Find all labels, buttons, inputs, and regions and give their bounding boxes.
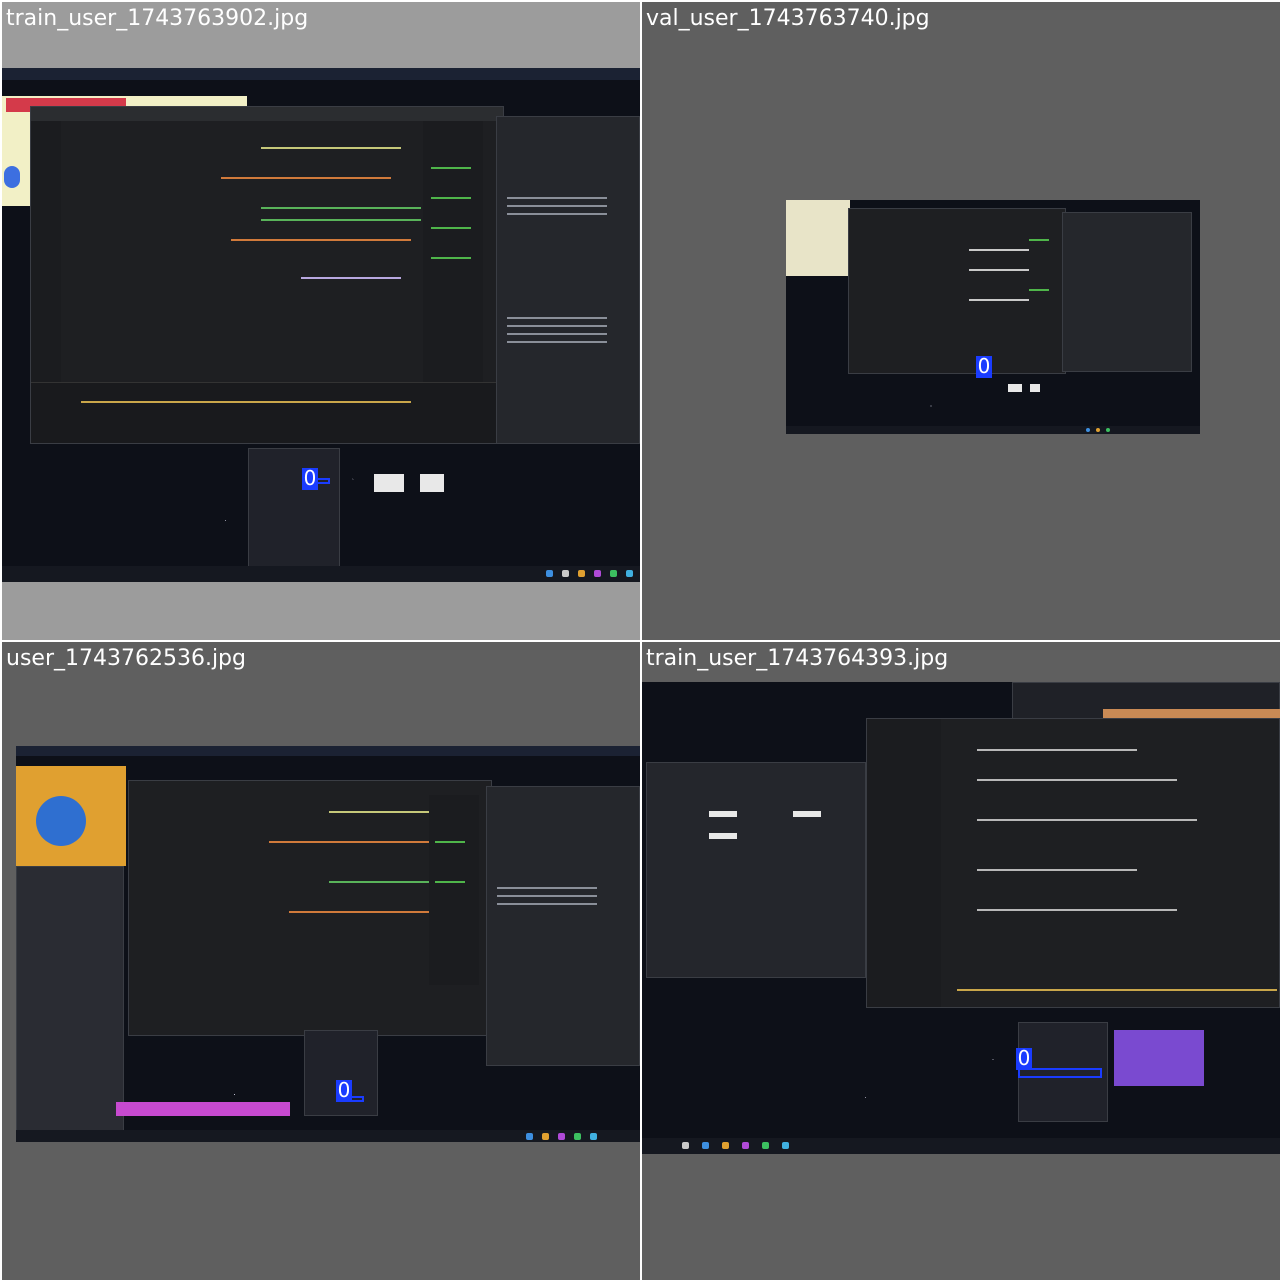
thumbnail — [420, 474, 444, 492]
taskbar — [642, 1138, 1280, 1154]
game-window — [16, 766, 126, 866]
screenshot-image: 0 — [2, 68, 640, 582]
tile-filename: user_1743762536.jpg — [6, 646, 246, 671]
mosaic-tile-4: train_user_1743764393.jpg 0 — [642, 642, 1280, 1280]
sidebar-panel — [16, 866, 124, 1136]
ide-window — [866, 718, 1280, 1008]
class-label: 0 — [336, 1078, 352, 1102]
thumbnail — [374, 474, 404, 492]
screenshot-image: 0 — [16, 746, 640, 1142]
thumbnail — [793, 811, 821, 817]
mosaic-tile-1: train_user_1743763902.jpg 0 — [2, 2, 640, 640]
mosaic-tile-2: val_user_1743763740.jpg 0 — [642, 2, 1280, 640]
ide-window — [30, 106, 504, 444]
class-label: 0 — [976, 354, 992, 378]
tile-filename: train_user_1743764393.jpg — [646, 646, 949, 671]
tile-filename: train_user_1743763902.jpg — [6, 6, 309, 31]
ide-window — [848, 208, 1066, 374]
thumbnail — [709, 833, 737, 839]
taskbar — [786, 426, 1200, 434]
class-label: 0 — [1016, 1046, 1032, 1070]
thumbnail — [1008, 384, 1022, 392]
ide-window — [128, 780, 492, 1036]
browser-tabs — [1012, 682, 1280, 722]
screenshot-image: 0 — [642, 682, 1280, 1154]
tile-filename: val_user_1743763740.jpg — [646, 6, 930, 31]
chat-window — [496, 116, 640, 444]
file-panel — [304, 1030, 378, 1116]
screenshot-image: 0 — [786, 200, 1200, 434]
mosaic-tile-3: user_1743762536.jpg 0 — [2, 642, 640, 1280]
thumbnail — [1030, 384, 1040, 392]
class-label: 0 — [302, 466, 318, 490]
file-manager-window — [646, 762, 866, 978]
taskbar — [16, 1130, 640, 1142]
chat-window — [486, 786, 640, 1066]
file-panel — [248, 448, 340, 568]
taskbar — [2, 566, 640, 582]
thumbnail — [709, 811, 737, 817]
chat-window — [1062, 212, 1192, 372]
